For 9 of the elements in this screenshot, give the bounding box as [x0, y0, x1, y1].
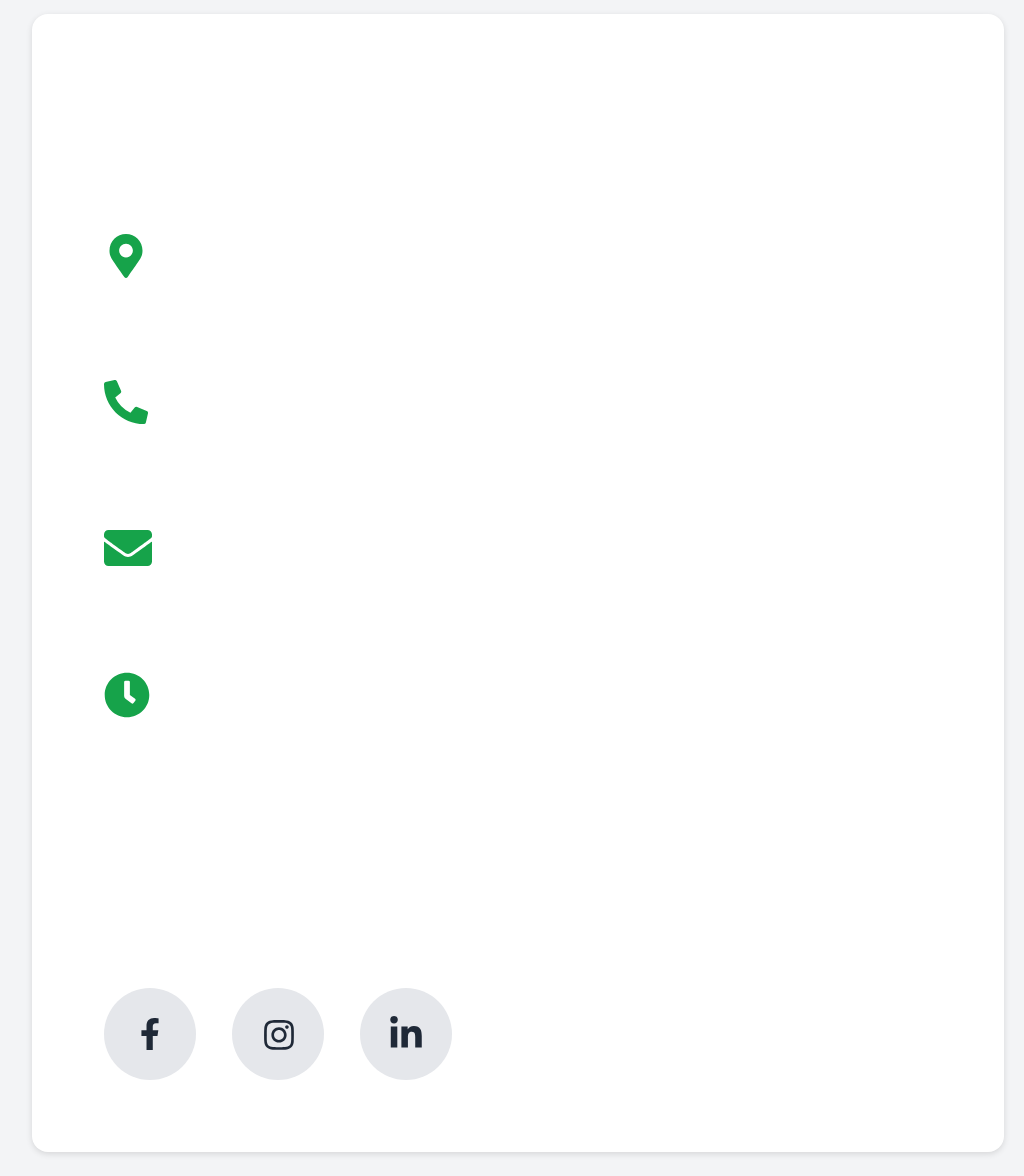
instagram-logo-icon	[261, 1017, 295, 1051]
map-pin-icon	[104, 234, 148, 278]
phone-icon	[104, 380, 148, 424]
linkedin-link[interactable]	[360, 988, 452, 1080]
clock-icon	[104, 671, 150, 717]
envelope-icon	[104, 524, 152, 572]
linkedin-logo-icon	[388, 1016, 424, 1052]
instagram-link[interactable]	[232, 988, 324, 1080]
facebook-link[interactable]	[104, 988, 196, 1080]
